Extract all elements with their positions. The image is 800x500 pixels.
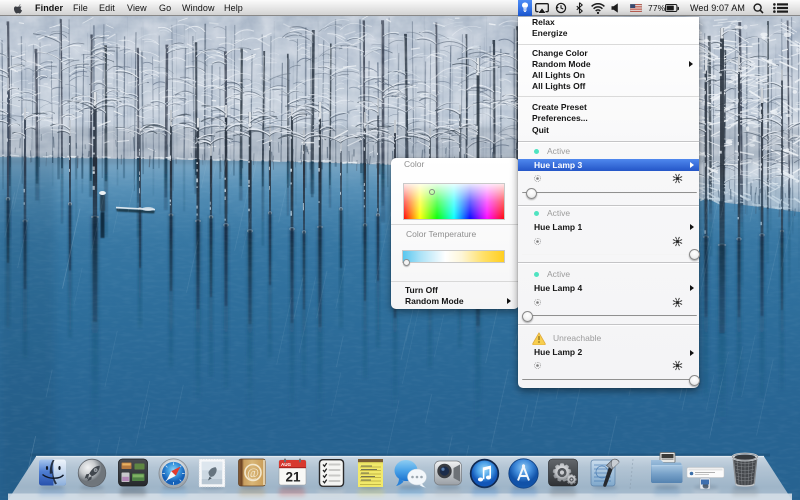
svg-text:@: @ [247, 464, 259, 479]
svg-text:AUG: AUG [281, 462, 291, 467]
svg-text:21: 21 [285, 469, 301, 484]
